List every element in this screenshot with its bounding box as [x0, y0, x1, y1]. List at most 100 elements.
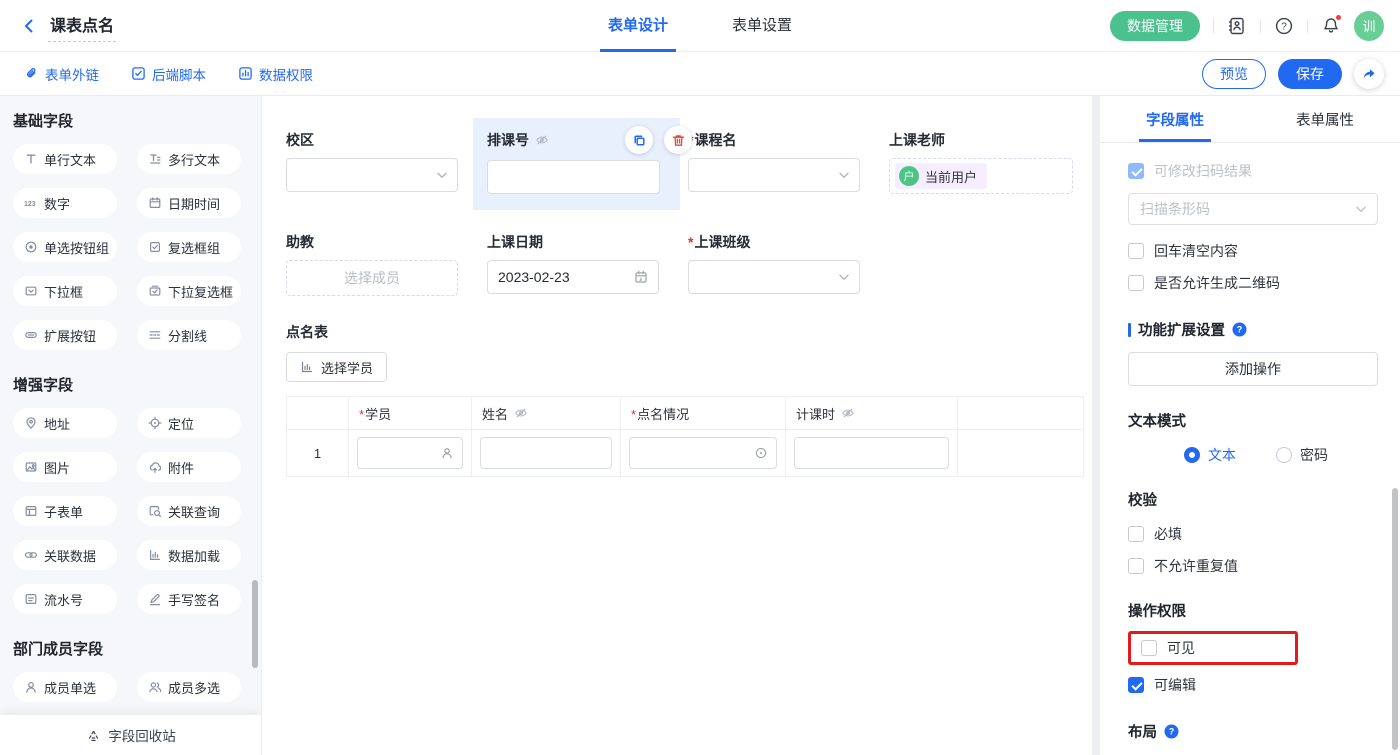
- allow-qrcode-checkbox-row[interactable]: 是否允许生成二维码: [1128, 273, 1378, 293]
- sidebar-item-signature[interactable]: 手写签名: [137, 584, 241, 614]
- copy-field-button[interactable]: [625, 126, 653, 154]
- field-class-group[interactable]: 上课班级: [688, 232, 889, 294]
- sidebar-item-member-multi[interactable]: 成员多选: [137, 672, 241, 702]
- single-line-text-icon: [24, 152, 38, 166]
- sidebar-item-member-single[interactable]: 成员单选: [13, 672, 117, 702]
- field-course-name[interactable]: 课程名: [688, 130, 889, 192]
- sidebar-item-address[interactable]: 地址: [13, 408, 117, 438]
- sidebar-item-divider-line[interactable]: 分割线: [137, 320, 241, 350]
- address-book-icon[interactable]: [1227, 16, 1247, 36]
- radio-on-icon[interactable]: [1184, 447, 1200, 463]
- no-duplicate-checkbox[interactable]: [1128, 558, 1144, 574]
- permission-title: 操作权限: [1128, 600, 1378, 621]
- svg-text:?: ?: [1281, 21, 1287, 32]
- sidebar-item-multi-line-text[interactable]: 多行文本: [137, 144, 241, 174]
- sidebar-item-single-line-text[interactable]: 单行文本: [13, 144, 117, 174]
- sidebar-item-number[interactable]: 123 数字: [13, 188, 117, 218]
- scan-editable-checkbox[interactable]: [1128, 163, 1144, 179]
- svg-text:?: ?: [1237, 325, 1243, 335]
- back-icon[interactable]: [20, 17, 38, 35]
- scan-editable-checkbox-row[interactable]: 可修改扫码结果: [1128, 161, 1378, 181]
- visible-checkbox-row[interactable]: 可见: [1141, 638, 1195, 658]
- clear-on-enter-checkbox-row[interactable]: 回车清空内容: [1128, 241, 1378, 261]
- page-title[interactable]: 课表点名: [48, 10, 116, 42]
- sidebar-item-datetime[interactable]: 日期时间: [137, 188, 241, 218]
- editable-checkbox[interactable]: [1128, 677, 1144, 693]
- sidebar-item-attachment[interactable]: 附件: [137, 452, 241, 482]
- required-checkbox-row[interactable]: 必填: [1128, 524, 1378, 544]
- clear-on-enter-checkbox[interactable]: [1128, 243, 1144, 259]
- data-permission-button[interactable]: 数据权限: [238, 64, 313, 84]
- field-recycle-bin[interactable]: 字段回收站: [0, 715, 262, 755]
- field-campus[interactable]: 校区: [286, 130, 487, 192]
- field-campus-select[interactable]: [286, 158, 458, 192]
- sidebar-item-linked-data[interactable]: 关联数据: [13, 540, 117, 570]
- field-class-date-input[interactable]: 2023-02-23: [487, 260, 659, 294]
- chevron-down-icon: [839, 274, 849, 281]
- scan-mode-select[interactable]: 扫描条形码: [1128, 193, 1378, 225]
- add-action-button[interactable]: 添加操作: [1128, 352, 1378, 386]
- text-mode-text-radio[interactable]: 文本: [1184, 445, 1236, 465]
- tab-form-design[interactable]: 表单设计: [600, 0, 676, 52]
- field-schedule-no-selected[interactable]: 排课号: [473, 118, 680, 210]
- sidebar-item-serial-number[interactable]: 流水号: [13, 584, 117, 614]
- field-course-name-select[interactable]: [688, 158, 860, 192]
- radio-off-icon[interactable]: [1276, 447, 1292, 463]
- field-assistant-picker[interactable]: 选择成员: [286, 260, 458, 296]
- required-checkbox[interactable]: [1128, 526, 1144, 542]
- student-cell-input[interactable]: [357, 437, 463, 469]
- user-avatar[interactable]: 训: [1354, 11, 1384, 41]
- status-cell-input[interactable]: [629, 437, 777, 469]
- sidebar-item-location[interactable]: 定位: [137, 408, 241, 438]
- recycle-icon: [86, 728, 101, 743]
- sidebar-item-data-load[interactable]: 数据加载: [137, 540, 241, 570]
- panel-scrollbar[interactable]: [1392, 488, 1398, 750]
- trash-icon: [671, 133, 686, 148]
- select-students-button[interactable]: 选择学员: [286, 352, 387, 382]
- help-circle-filled-icon[interactable]: ?: [1164, 724, 1179, 739]
- delete-field-button[interactable]: [664, 126, 692, 154]
- sidebar-item-radio-group[interactable]: 单选按钮组: [13, 232, 117, 262]
- divider: [1213, 19, 1214, 33]
- svg-text:123: 123: [24, 201, 36, 208]
- field-rollcall-subform[interactable]: 点名表 选择学员 学员 姓名: [286, 322, 1092, 477]
- field-teacher-value[interactable]: 户 当前用户: [889, 158, 1073, 194]
- save-button[interactable]: 保存: [1278, 59, 1342, 89]
- field-class-date[interactable]: 上课日期 2023-02-23: [487, 232, 688, 294]
- visible-checkbox[interactable]: [1141, 640, 1157, 656]
- field-schedule-no-input[interactable]: [487, 160, 660, 194]
- member-multi-icon: [148, 680, 162, 694]
- sidebar-item-lookup[interactable]: 关联查询: [137, 496, 241, 526]
- notification-bell-icon[interactable]: [1321, 16, 1341, 36]
- form-external-link-button[interactable]: 表单外链: [24, 64, 99, 84]
- help-icon[interactable]: ?: [1274, 16, 1294, 36]
- sidebar-scrollbar[interactable]: [252, 580, 258, 668]
- name-cell-input[interactable]: [480, 437, 612, 469]
- tab-form-settings[interactable]: 表单设置: [724, 0, 800, 52]
- image-icon: [24, 460, 38, 474]
- tab-field-properties[interactable]: 字段属性: [1100, 96, 1250, 142]
- field-class-group-select[interactable]: [688, 260, 860, 294]
- preview-button[interactable]: 预览: [1202, 59, 1266, 89]
- sidebar-item-image[interactable]: 图片: [13, 452, 117, 482]
- share-button[interactable]: [1354, 59, 1384, 89]
- hours-cell-input[interactable]: [794, 437, 949, 469]
- data-manage-button[interactable]: 数据管理: [1110, 11, 1200, 41]
- sidebar-item-checkbox-group[interactable]: 复选框组: [137, 232, 241, 262]
- help-circle-filled-icon[interactable]: ?: [1232, 322, 1247, 337]
- backend-script-button[interactable]: 后端脚本: [131, 64, 206, 84]
- sidebar-item-extend-button[interactable]: 扩展按钮: [13, 320, 117, 350]
- linked-data-icon: [24, 548, 38, 562]
- no-duplicate-checkbox-row[interactable]: 不允许重复值: [1128, 556, 1378, 576]
- allow-qrcode-checkbox[interactable]: [1128, 275, 1144, 291]
- sidebar-item-subform[interactable]: 子表单: [13, 496, 117, 526]
- sidebar-item-multi-select[interactable]: 下拉复选框: [137, 276, 241, 306]
- multi-select-icon: [148, 284, 162, 298]
- field-teacher[interactable]: 上课老师 户 当前用户: [889, 130, 1079, 194]
- tab-form-properties[interactable]: 表单属性: [1250, 96, 1400, 142]
- text-mode-password-radio[interactable]: 密码: [1276, 445, 1328, 465]
- editable-checkbox-row[interactable]: 可编辑: [1128, 675, 1378, 695]
- field-assistant[interactable]: 助教 选择成员: [286, 232, 487, 296]
- current-user-label: 当前用户: [925, 167, 977, 186]
- sidebar-item-select[interactable]: 下拉框: [13, 276, 117, 306]
